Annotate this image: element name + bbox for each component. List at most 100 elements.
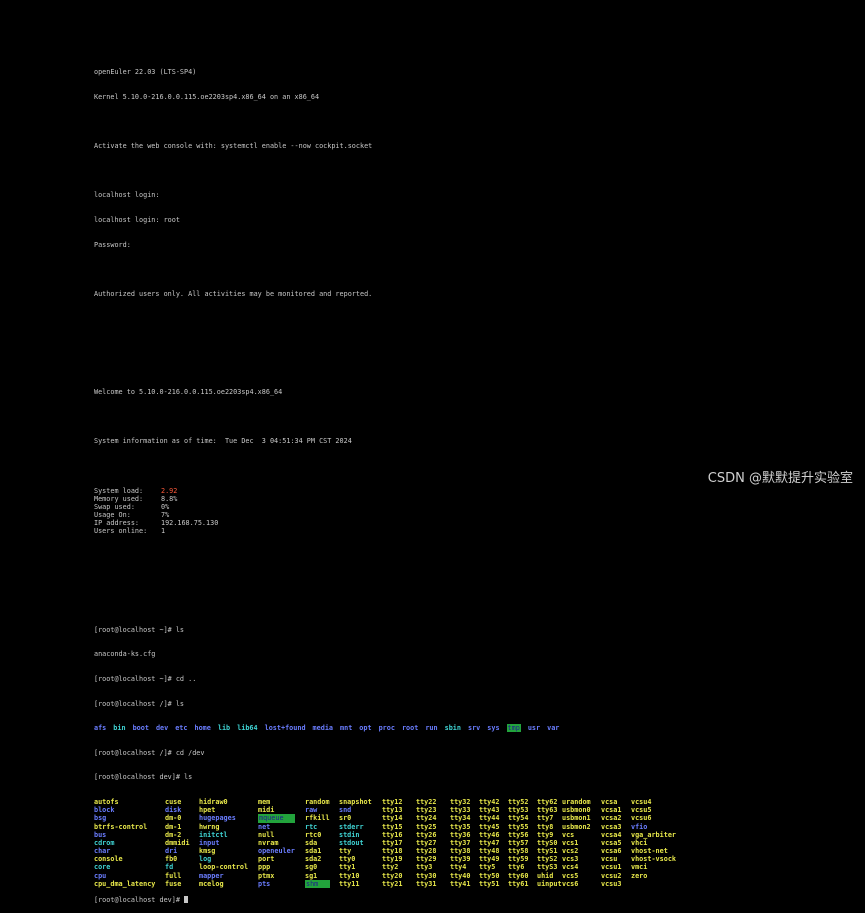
dev-entry: tty9 xyxy=(537,830,554,839)
prompt-line[interactable]: [root@localhost dev]# xyxy=(94,896,854,904)
dev-entry: tty23 xyxy=(416,806,437,815)
dev-entry: ppp xyxy=(258,863,271,872)
cursor-icon xyxy=(184,896,189,904)
dir-entry: var xyxy=(547,724,560,733)
dev-column: random raw rfkill rtc rtc0 sda sda1 sda2 sg0 sg1 s… xyxy=(305,798,330,889)
dir-entry: sbin xyxy=(444,724,461,733)
dev-entry: tty45 xyxy=(479,822,500,831)
dev-entry: tty7 xyxy=(537,814,554,823)
kernel-banner-line: Kernel 5.10.0-216.0.0.115.oe2203sp4.x86_… xyxy=(94,93,320,101)
dev-entry: tty39 xyxy=(450,855,471,864)
stat-row: Memory used: 8.8% xyxy=(94,495,854,503)
dev-entry: urandom xyxy=(562,797,591,806)
dev-entry: tty27 xyxy=(416,838,437,847)
dev-entry: zero xyxy=(631,871,648,880)
dev-entry: tty34 xyxy=(450,814,471,823)
dev-entry: initctl xyxy=(199,830,228,839)
dev-entry: btrfs-control xyxy=(94,822,148,831)
dev-entry: vcsa xyxy=(601,797,618,806)
dev-entry: tty1 xyxy=(339,863,356,872)
dir-entry: run xyxy=(425,724,438,733)
dev-entry: midi xyxy=(258,806,275,815)
stat-value: 192.168.75.130 xyxy=(161,519,219,528)
dev-entry: tty48 xyxy=(479,847,500,856)
dev-entry: tty57 xyxy=(508,838,529,847)
dev-column: urandom usbmon0 usbmon1 usbmon2 vcs vcs1 vcs2 v… xyxy=(562,798,591,888)
stat-value: 0% xyxy=(161,502,170,511)
dev-entry: tty21 xyxy=(382,879,403,888)
dir-entry: srv xyxy=(467,724,481,733)
dir-entry: media xyxy=(312,724,334,733)
dev-entry: stderr xyxy=(339,822,364,831)
dev-entry: vcsu4 xyxy=(631,797,652,806)
stat-value: 2.92 xyxy=(161,486,178,495)
dev-entry: autofs xyxy=(94,797,119,806)
dev-entry: tty40 xyxy=(450,871,471,880)
dev-entry: vga_arbiter xyxy=(631,830,677,839)
dev-entry: disk xyxy=(165,806,182,815)
authorized-warning: Authorized users only. All activities ma… xyxy=(94,289,373,298)
dir-entry: sys xyxy=(487,724,500,733)
dev-entry: dri xyxy=(165,847,178,856)
dev-entry: vcsa6 xyxy=(601,847,622,856)
dev-entry: tty20 xyxy=(382,871,403,880)
dev-entry: tty4 xyxy=(450,863,467,872)
dev-entry: fb0 xyxy=(165,855,178,864)
dev-entry: vfio xyxy=(631,822,648,831)
dev-entry: sr0 xyxy=(339,814,352,823)
dev-entry: tty17 xyxy=(382,838,403,847)
dev-column: snapshot snd sr0 stderr stdin stdout tty tty0 tt… xyxy=(339,798,372,888)
dev-entry: tty32 xyxy=(450,797,471,806)
session-line: anaconda-ks.cfg xyxy=(94,650,156,659)
dev-entry: openeuler xyxy=(258,847,295,856)
dev-entry: tty43 xyxy=(479,806,500,815)
dev-entry: snapshot xyxy=(339,797,372,806)
welcome-message: Welcome to 5.10.0-216.0.0.115.oe2203sp4.… xyxy=(94,388,283,397)
dev-entry: tty46 xyxy=(479,830,500,839)
dev-entry: tty29 xyxy=(416,855,437,864)
dev-entry: fuse xyxy=(165,879,182,888)
dev-entry: cuse xyxy=(165,797,182,806)
dev-entry: usbmon2 xyxy=(562,822,591,831)
dir-entry: dev xyxy=(155,724,169,733)
dev-entry: tty8 xyxy=(537,822,554,831)
dev-entry: tty63 xyxy=(537,806,558,815)
dev-entry: loop-control xyxy=(199,863,249,872)
dev-entry: console xyxy=(94,855,123,864)
dev-entry: full xyxy=(165,871,182,880)
stat-label: System load: xyxy=(94,486,144,495)
dev-entry: stdout xyxy=(339,838,364,847)
dev-column: tty52 tty53 tty54 tty55 tty56 tty57 tty58 tty59… xyxy=(508,798,528,888)
dev-entry: vcsa5 xyxy=(601,838,622,847)
dev-entry: tty14 xyxy=(382,814,403,823)
dev-column: tty42 tty43 tty44 tty45 tty46 tty47 tty48 tty49… xyxy=(479,798,499,888)
cd-dev-line: [root@localhost /]# cd /dev xyxy=(94,748,205,757)
dev-entry: mcelog xyxy=(199,879,224,888)
dev-entry: tty51 xyxy=(479,879,500,888)
stat-row: IP address: 192.168.75.130 xyxy=(94,519,854,527)
dev-entry: bsg xyxy=(94,814,107,823)
dev-entry: tty19 xyxy=(382,855,403,864)
dev-entry: ptmx xyxy=(258,871,275,880)
dev-entry: snd xyxy=(339,806,352,815)
dev-entry: tty56 xyxy=(508,830,529,839)
dev-entry: usbmon1 xyxy=(562,814,591,823)
watermark: CSDN @默默提升实验室 xyxy=(707,471,853,486)
ls-dev-output: autofs block bsg btrfs-control bus cdrom char c… xyxy=(94,797,854,889)
dev-entry: dm-2 xyxy=(165,830,182,839)
dev-column: hidraw0 hpet hugepages hwrng initctl input kms… xyxy=(199,798,248,888)
dev-entry: rfkill xyxy=(305,814,330,823)
dev-entry: tty47 xyxy=(479,838,500,847)
dir-entry: tmp xyxy=(506,724,521,733)
dev-entry: mapper xyxy=(199,871,224,880)
dev-entry: tty26 xyxy=(416,830,437,839)
dev-entry: sda2 xyxy=(305,855,322,864)
dev-entry: vhost-net xyxy=(631,847,668,856)
dev-entry: stdin xyxy=(339,830,360,839)
dev-entry: tty16 xyxy=(382,830,403,839)
dev-entry: raw xyxy=(305,806,318,815)
dev-column: tty62 tty63 tty7 tty8 tty9 ttyS0 ttyS1 ttyS2 tty… xyxy=(537,798,562,888)
dev-entry: tty13 xyxy=(382,806,403,815)
dev-column: tty22 tty23 tty24 tty25 tty26 tty27 tty28 tty29… xyxy=(416,798,436,888)
dev-entry: hpet xyxy=(199,806,216,815)
